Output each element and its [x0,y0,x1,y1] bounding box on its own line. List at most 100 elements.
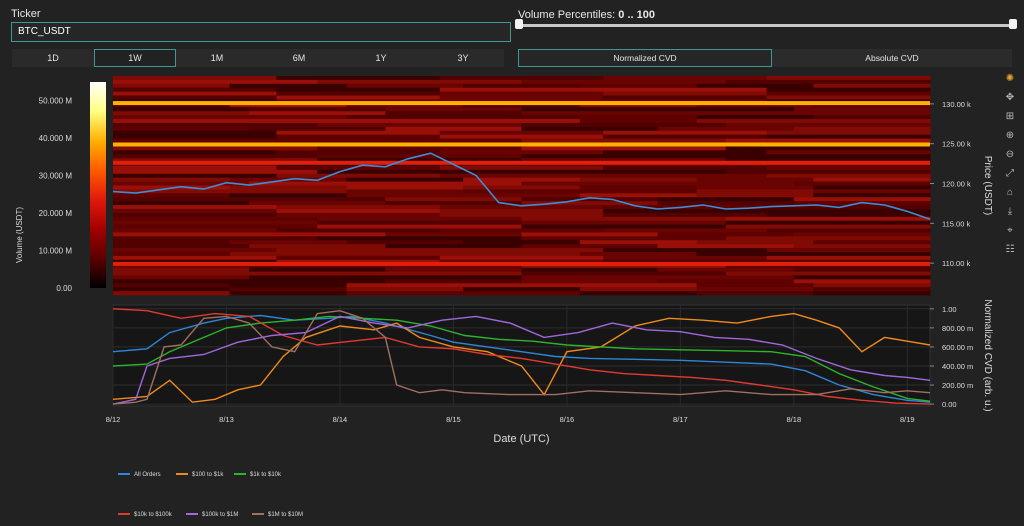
zoom-out-icon[interactable]: ⊖ [1003,148,1017,162]
heatmap-cell [113,287,231,292]
heatmap-cell [229,291,347,296]
heatmap-cell [317,169,522,175]
heatmap-cell [249,232,386,237]
cvd-tick-label: 1.00 [942,305,957,314]
heatmap-cell [113,95,277,100]
legend-swatch [252,513,264,516]
slider-low-handle[interactable] [515,19,523,29]
slider-high-handle[interactable] [1009,19,1017,29]
download-icon[interactable]: ⤓ [1003,205,1017,219]
heatmap-cell [249,197,386,202]
legend-label: All Orders [134,472,161,478]
spike-icon[interactable]: ⌖ [1003,224,1017,238]
heatmap-cell [521,122,727,128]
timeframe-tab-1d[interactable]: 1D [12,49,94,67]
modebar: ✺ ✥ ⊞ ⊕ ⊖ ⤢ ⌂ ⤓ ⌖ ☷ [1000,70,1020,262]
zoom-in-icon[interactable]: ⊕ [1003,129,1017,143]
date-tick-label: 8/19 [900,415,915,424]
heatmap-cell [249,126,386,132]
heatmap-cell [603,87,768,92]
heatmap-cell [276,76,441,81]
heatmap-cell [793,197,931,202]
heatmap-cell [113,126,250,132]
heatmap-cell [696,189,814,194]
ticker-input[interactable]: BTC_USDT [11,22,511,42]
heatmap-cell [521,267,659,272]
pan-icon[interactable]: ✥ [1003,91,1017,105]
heatmap-cell [696,287,814,292]
heatmap-cell [113,76,277,81]
timeframe-tab-6m[interactable]: 6M [258,49,340,67]
heatmap-cell [439,212,604,218]
heatmap-cell [229,119,347,124]
timeframe-tab-3y[interactable]: 3Y [422,49,504,67]
heatmap-cell [766,212,931,218]
legend-item[interactable]: $1k to $10k [234,472,281,478]
heatmap-cell [813,291,931,296]
heatmap-cell [603,173,768,178]
heatmap-cell [276,173,441,178]
cvd-tick-label: 800.00 m [942,324,973,333]
heatmap-cell [696,251,814,257]
hover-icon[interactable]: ☷ [1003,243,1017,257]
timeframe-tab-1m[interactable]: 1M [176,49,258,67]
price-tick-label: 110.00 k [942,259,970,268]
heatmap-cell [696,115,814,120]
normalized-cvd-button[interactable]: Normalized CVD [518,49,772,67]
autoscale-icon[interactable]: ⤢ [1003,167,1017,181]
heatmap-cell [463,193,581,198]
heatmap-cell [793,181,931,186]
heatmap-cell [113,279,250,284]
heatmap-cell [696,185,814,190]
heatmap-cell [603,165,768,171]
chart-svg[interactable]: 110.00 k 115.00 k 120.00 k 125.00 k 130.00 k… [0,70,1000,526]
legend-item[interactable]: $10k to $100k [118,512,172,518]
heatmap-cell [696,193,814,198]
absolute-cvd-button[interactable]: Absolute CVD [772,49,1012,67]
heatmap-cell [439,76,604,81]
heatmap-cell [766,134,931,139]
heatmap-cell [317,216,522,221]
heatmap-cell [521,181,659,186]
heatmap-cell [113,283,231,288]
heatmap-cell [603,76,768,81]
zoom-icon[interactable]: ⊞ [1003,110,1017,124]
timeframe-tab-1w[interactable]: 1W [94,49,176,67]
heatmap-hot-level [113,101,930,106]
heatmap-cell [317,224,522,229]
heatmap-cell [463,189,581,194]
reset-icon[interactable]: ⌂ [1003,186,1017,200]
legend-item[interactable]: All Orders [118,472,161,478]
heatmap-cell [113,220,318,225]
price-tick-label: 125.00 k [942,140,971,149]
heatmap-cell [813,287,931,292]
heatmap-cell [463,115,581,120]
legend-item[interactable]: $1M to $10M [252,512,303,518]
heatmap-cell [813,240,931,245]
legend-swatch [118,473,130,476]
heatmap-cell [113,216,318,221]
legend-item[interactable]: $100k to $1M [186,512,238,518]
heatmap-cell [463,83,581,89]
heatmap-cell [385,244,522,249]
heatmap-cell [813,119,931,124]
heatmap-cell [521,154,727,159]
colorbar-tick-label: 40.000 M [39,134,73,143]
heatmap-cell [113,169,318,175]
heatmap-cell [657,126,795,132]
heatmap-cell [249,244,386,249]
heatmap-cell [696,83,814,89]
legend-item[interactable]: $100 to $1k [176,472,223,478]
heatmap-cell [249,111,386,116]
heatmap-cell [725,236,931,241]
timeframe-tab-1y[interactable]: 1Y [340,49,422,67]
colorbar-tick-label: 50.000 M [39,97,73,106]
volume-percentiles-slider[interactable] [518,24,1014,27]
heatmap-cell [725,271,931,276]
plotly-logo-icon[interactable]: ✺ [1003,72,1017,86]
heatmap-cell [113,271,318,276]
heatmap-cell [317,146,522,151]
heatmap-cell [276,255,441,261]
date-axis-title: Date (UTC) [493,433,549,445]
colorbar-tick-label: 20.000 M [39,209,73,218]
